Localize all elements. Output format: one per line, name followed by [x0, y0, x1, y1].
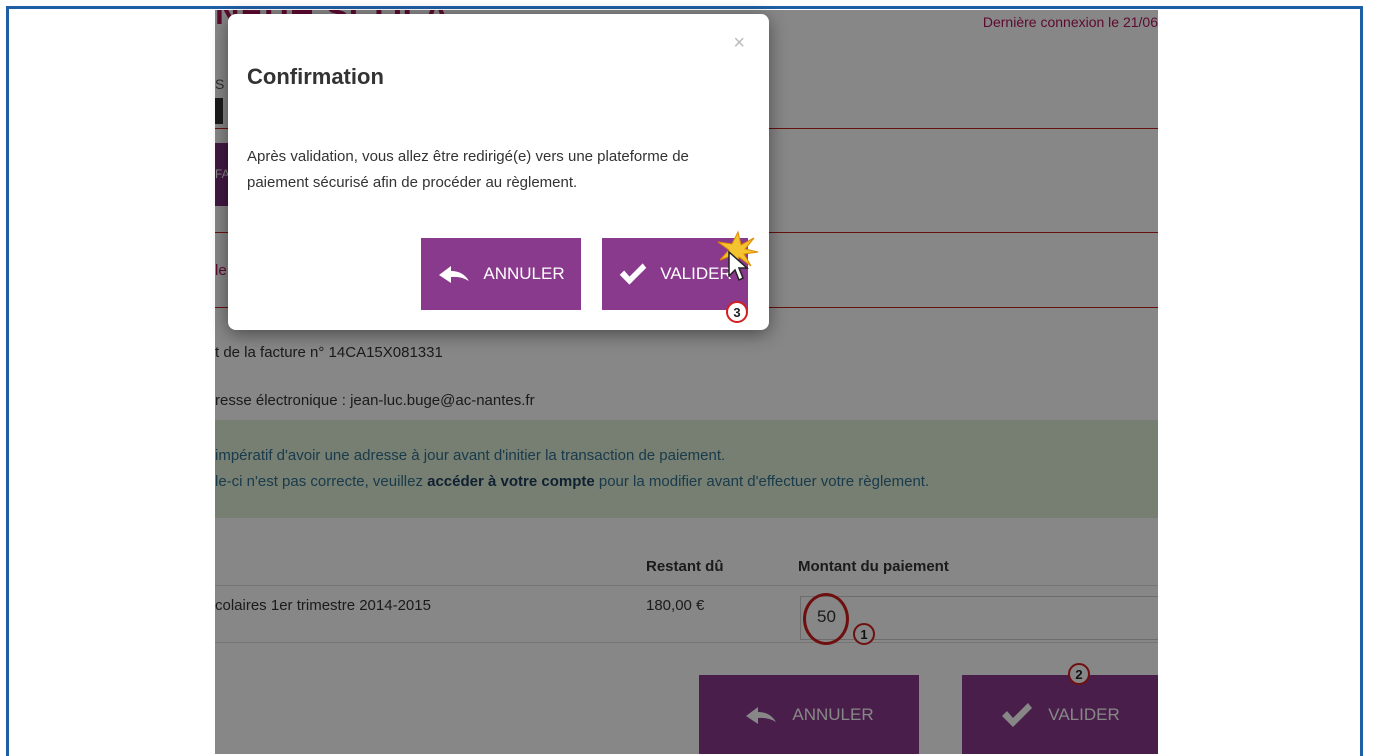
checkmark-icon	[618, 261, 648, 287]
dialog-message: Après validation, vous allez être rediri…	[247, 148, 689, 191]
dialog-title: Confirmation	[247, 64, 384, 89]
confirmation-dialog: × Confirmation Après validation, vous al…	[228, 14, 769, 330]
dialog-cancel-button[interactable]: ANNULER	[421, 238, 581, 310]
step-3-marker: 3	[726, 301, 748, 323]
back-arrow-icon	[437, 264, 471, 284]
close-icon[interactable]: ×	[733, 32, 745, 55]
dialog-cancel-label: ANNULER	[483, 264, 565, 283]
mouse-pointer-icon	[727, 250, 749, 282]
